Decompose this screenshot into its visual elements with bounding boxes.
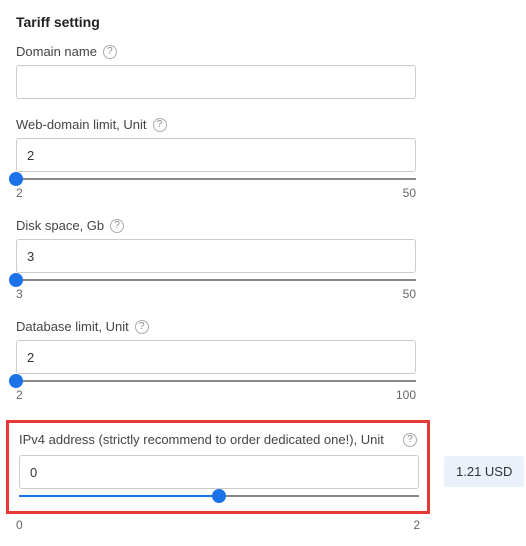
domain-name-label: Domain name — [16, 44, 97, 59]
disk-space-input[interactable] — [16, 239, 416, 273]
slider-min: 2 — [16, 388, 23, 402]
slider-thumb[interactable] — [9, 172, 23, 186]
ipv4-slider[interactable] — [19, 489, 419, 497]
ipv4-label: IPv4 address (strictly recommend to orde… — [19, 431, 397, 449]
help-icon[interactable]: ? — [403, 433, 417, 447]
help-icon[interactable]: ? — [103, 45, 117, 59]
web-domain-label: Web-domain limit, Unit — [16, 117, 147, 132]
help-icon[interactable]: ? — [135, 320, 149, 334]
database-limit-input[interactable] — [16, 340, 416, 374]
help-icon[interactable]: ? — [110, 219, 124, 233]
field-ipv4-address: IPv4 address (strictly recommend to orde… — [6, 420, 430, 514]
help-icon[interactable]: ? — [153, 118, 167, 132]
field-domain-name: Domain name ? — [16, 44, 510, 99]
slider-max: 100 — [396, 388, 416, 402]
web-domain-input[interactable] — [16, 138, 416, 172]
slider-min: 3 — [16, 287, 23, 301]
slider-max: 2 — [413, 518, 420, 532]
ipv4-input[interactable] — [19, 455, 419, 489]
disk-space-slider[interactable] — [16, 273, 416, 281]
slider-min: 0 — [16, 518, 23, 532]
page-title: Tariff setting — [16, 14, 510, 30]
domain-name-input[interactable] — [16, 65, 416, 99]
field-disk-space: Disk space, Gb ? 3 50 — [16, 218, 510, 301]
slider-fill — [19, 495, 219, 497]
slider-thumb[interactable] — [9, 273, 23, 287]
field-web-domain-limit: Web-domain limit, Unit ? 2 50 — [16, 117, 510, 200]
database-limit-slider[interactable] — [16, 374, 416, 382]
disk-space-label: Disk space, Gb — [16, 218, 104, 233]
slider-min: 2 — [16, 186, 23, 200]
slider-thumb[interactable] — [9, 374, 23, 388]
slider-thumb[interactable] — [212, 489, 226, 503]
slider-max: 50 — [403, 186, 416, 200]
ipv4-price-badge: 1.21 USD — [444, 456, 524, 487]
database-limit-label: Database limit, Unit — [16, 319, 129, 334]
field-database-limit: Database limit, Unit ? 2 100 — [16, 319, 510, 402]
web-domain-slider[interactable] — [16, 172, 416, 180]
slider-max: 50 — [403, 287, 416, 301]
